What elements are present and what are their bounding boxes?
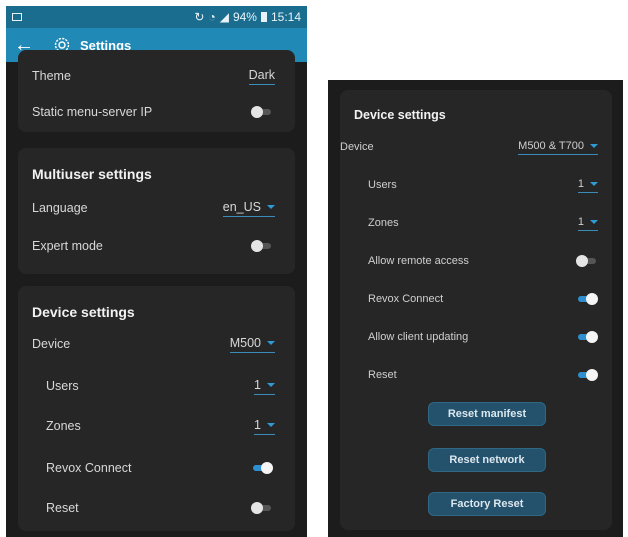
device-select[interactable]: M500: [229, 335, 275, 353]
zones-row[interactable]: Zones 1: [340, 212, 612, 234]
reset-network-button[interactable]: Reset network: [428, 448, 546, 472]
reset-label: Reset: [46, 501, 79, 515]
reset-toggle[interactable]: [576, 369, 598, 381]
device-row[interactable]: Device M500 & T700: [340, 136, 612, 158]
battery-percent: 94%: [232, 10, 257, 24]
general-settings-card: Theme Dark Static menu-server IP: [18, 50, 295, 132]
wifi-icon: ◔: [208, 10, 216, 24]
users-select[interactable]: 1: [254, 378, 275, 395]
device-row[interactable]: Device M500: [18, 332, 295, 356]
multiuser-title: Multiuser settings: [32, 166, 152, 182]
revox-connect-label: Revox Connect: [46, 461, 132, 475]
zones-select[interactable]: 1: [577, 215, 598, 231]
expert-mode-row[interactable]: Expert mode: [18, 234, 295, 258]
zones-select[interactable]: 1: [254, 418, 275, 435]
chevron-down-icon: [590, 181, 598, 186]
device-settings-title: Device settings: [32, 304, 135, 320]
device-value: M500 & T700: [518, 139, 584, 152]
chevron-down-icon: [267, 204, 275, 209]
client-updating-row[interactable]: Allow client updating: [340, 326, 612, 348]
device-settings-title: Device settings: [354, 108, 446, 122]
language-label: Language: [32, 201, 88, 215]
theme-value: Dark: [248, 67, 275, 82]
reset-row[interactable]: Reset: [18, 496, 295, 520]
remote-access-row[interactable]: Allow remote access: [340, 250, 612, 272]
expert-mode-toggle[interactable]: [251, 240, 273, 252]
zones-label: Zones: [368, 217, 399, 229]
battery-icon: [260, 12, 267, 22]
users-select[interactable]: 1: [577, 177, 598, 193]
users-label: Users: [368, 179, 397, 191]
signal-icon: ◢: [219, 10, 229, 24]
users-row[interactable]: Users 1: [340, 174, 612, 196]
multiuser-settings-card: Multiuser settings Language en_US Expert…: [18, 148, 295, 274]
client-updating-toggle[interactable]: [576, 331, 598, 343]
revox-connect-row[interactable]: Revox Connect: [340, 288, 612, 310]
revox-connect-label: Revox Connect: [368, 293, 444, 305]
device-label: Device: [32, 337, 71, 351]
users-value: 1: [254, 377, 261, 392]
revox-connect-toggle[interactable]: [251, 462, 273, 474]
language-row[interactable]: Language en_US: [18, 196, 295, 220]
chevron-down-icon: [590, 219, 598, 224]
users-label: Users: [46, 379, 79, 393]
device-settings-card-expanded: Device settings Device M500 & T700 Users…: [340, 90, 612, 530]
remote-access-toggle[interactable]: [576, 255, 598, 267]
reset-manifest-button[interactable]: Reset manifest: [428, 402, 546, 426]
language-select[interactable]: en_US: [222, 199, 275, 217]
device-label: Device: [340, 141, 374, 153]
device-select[interactable]: M500 & T700: [518, 140, 598, 155]
status-bar: ↻ ◔ ◢ 94% 15:14: [6, 6, 307, 28]
device-value: M500: [229, 335, 261, 350]
gallery-icon: [12, 13, 22, 21]
language-value: en_US: [222, 199, 261, 214]
zones-row[interactable]: Zones 1: [18, 414, 295, 438]
chevron-down-icon: [267, 382, 275, 387]
users-value: 1: [577, 177, 584, 190]
theme-select[interactable]: Dark: [248, 67, 275, 85]
static-ip-toggle[interactable]: [251, 106, 273, 118]
factory-reset-button[interactable]: Factory Reset: [428, 492, 546, 516]
phone-screen: ↻ ◔ ◢ 94% 15:14 ← Settings Theme Dark St…: [6, 6, 307, 537]
zones-label: Zones: [46, 419, 81, 433]
zones-value: 1: [254, 417, 261, 432]
chevron-down-icon: [267, 422, 275, 427]
zones-value: 1: [577, 215, 584, 228]
static-ip-label: Static menu-server IP: [32, 105, 153, 119]
device-settings-card: Device settings Device M500 Users 1 Zone…: [18, 286, 295, 531]
reset-row[interactable]: Reset: [340, 364, 612, 386]
static-ip-row[interactable]: Static menu-server IP: [18, 100, 295, 124]
theme-row[interactable]: Theme Dark: [18, 64, 295, 88]
client-updating-label: Allow client updating: [368, 331, 469, 343]
revox-connect-toggle[interactable]: [576, 293, 598, 305]
remote-access-label: Allow remote access: [368, 255, 469, 267]
sync-icon: ↻: [194, 10, 205, 24]
chevron-down-icon: [267, 340, 275, 345]
reset-label: Reset: [368, 369, 397, 381]
clock: 15:14: [270, 10, 301, 24]
theme-label: Theme: [32, 69, 71, 83]
expanded-device-panel: Device settings Device M500 & T700 Users…: [328, 80, 623, 537]
chevron-down-icon: [590, 143, 598, 148]
reset-toggle[interactable]: [251, 502, 273, 514]
expert-mode-label: Expert mode: [32, 239, 103, 253]
users-row[interactable]: Users 1: [18, 374, 295, 398]
revox-connect-row[interactable]: Revox Connect: [18, 456, 295, 480]
